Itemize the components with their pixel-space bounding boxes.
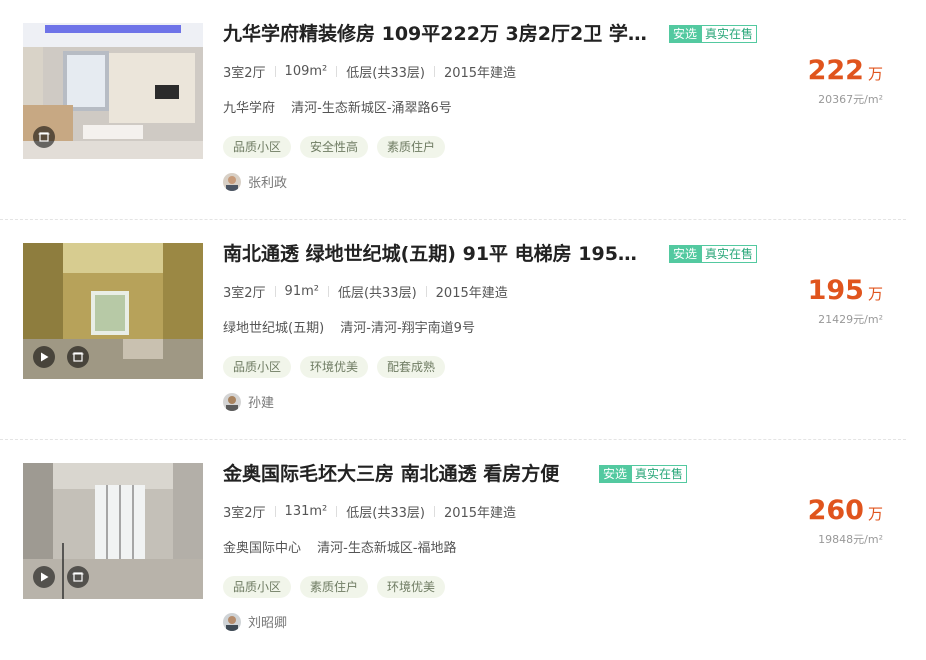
price-unit: 万 <box>867 285 883 303</box>
real-on-sale-badge: 真实在售 <box>631 465 688 483</box>
feature-tag: 品质小区 <box>223 356 292 378</box>
agent-info[interactable]: 刘昭卿 <box>223 612 287 631</box>
agent-info[interactable]: 张利政 <box>223 172 287 191</box>
agent-name: 刘昭卿 <box>248 616 288 631</box>
listing-title[interactable]: 九华学府精装修房 109平222万 3房2厅2卫 学… <box>223 20 647 48</box>
total-price: 195 万 <box>808 275 883 306</box>
community-link[interactable]: 绿地世纪城(五期) <box>223 321 324 336</box>
listing-photo[interactable] <box>23 243 203 379</box>
house-area: 109m² <box>284 64 328 79</box>
build-year: 2015年建造 <box>435 286 508 301</box>
feature-tag: 品质小区 <box>223 576 292 598</box>
listing-card[interactable]: 金奥国际毛坯大三房 南北通透 看房方便 安选 真实在售 3室2厅 131m² 低… <box>0 440 906 660</box>
anxuan-badge: 安选 <box>669 245 702 263</box>
unit-price: 20367元/m² <box>818 93 883 106</box>
listing-card[interactable]: 九华学府精装修房 109平222万 3房2厅2卫 学… 安选 真实在售 3室2厅… <box>0 0 906 220</box>
feature-tags: 品质小区 环境优美 配套成熟 <box>223 356 454 378</box>
house-floor: 低层(共33层) <box>337 286 417 301</box>
feature-tags: 品质小区 安全性高 素质住户 <box>223 136 454 158</box>
feature-tag: 环境优美 <box>377 576 446 598</box>
listing-card[interactable]: 南北通透 绿地世纪城(五期) 91平 电梯房 195… 安选 真实在售 3室2厅… <box>0 220 906 440</box>
price-value: 222 <box>807 55 864 86</box>
address-text: 清河-生态新城区-涌翠路6号 <box>291 101 452 116</box>
listing-title[interactable]: 金奥国际毛坯大三房 南北通透 看房方便 <box>223 460 559 488</box>
feature-tag: 安全性高 <box>300 136 369 158</box>
listing-photo[interactable] <box>23 463 203 599</box>
price-unit: 万 <box>867 505 883 523</box>
address-text: 清河-清河-翔宇南道9号 <box>340 321 475 336</box>
feature-tag: 素质住户 <box>300 576 369 598</box>
listing-info: 3室2厅 91m² 低层(共33层) 2015年建造 <box>223 282 508 301</box>
community-link[interactable]: 九华学府 <box>223 101 275 116</box>
gallery-icon[interactable] <box>67 566 89 588</box>
total-price: 222 万 <box>808 55 883 86</box>
agent-avatar <box>223 612 241 631</box>
community-link[interactable]: 金奥国际中心 <box>223 541 301 556</box>
real-on-sale-badge: 真实在售 <box>701 245 758 263</box>
unit-price: 19848元/m² <box>818 533 883 546</box>
agent-avatar <box>223 392 241 411</box>
listing-location: 金奥国际中心 清河-生态新城区-福地路 <box>223 537 457 556</box>
house-layout: 3室2厅 <box>223 66 266 81</box>
gallery-icon[interactable] <box>33 126 55 148</box>
house-floor: 低层(共33层) <box>346 66 425 81</box>
unit-price: 21429元/m² <box>818 313 883 326</box>
price-unit: 万 <box>867 65 883 83</box>
feature-tag: 素质住户 <box>377 136 446 158</box>
price-value: 195 <box>807 275 864 306</box>
house-area: 91m² <box>284 284 319 299</box>
anxuan-badge: 安选 <box>669 25 702 43</box>
listing-tags: 安选 真实在售 <box>599 465 688 483</box>
total-price: 260 万 <box>808 495 883 526</box>
house-area: 131m² <box>284 504 328 519</box>
listing-location: 绿地世纪城(五期) 清河-清河-翔宇南道9号 <box>223 317 475 336</box>
build-year: 2015年建造 <box>443 66 517 81</box>
listing-photo[interactable] <box>23 23 203 159</box>
play-icon[interactable] <box>33 346 55 368</box>
agent-name: 张利政 <box>248 176 288 191</box>
address-text: 清河-生态新城区-福地路 <box>317 541 457 556</box>
feature-tag: 品质小区 <box>223 136 292 158</box>
price-value: 260 <box>807 495 864 526</box>
house-layout: 3室2厅 <box>223 286 266 301</box>
listing-info: 3室2厅 131m² 低层(共33层) 2015年建造 <box>223 502 516 521</box>
play-icon[interactable] <box>33 566 55 588</box>
build-year: 2015年建造 <box>443 506 517 521</box>
feature-tags: 品质小区 素质住户 环境优美 <box>223 576 454 598</box>
house-layout: 3室2厅 <box>223 506 266 521</box>
feature-tag: 配套成熟 <box>377 356 446 378</box>
listing-location: 九华学府 清河-生态新城区-涌翠路6号 <box>223 97 452 116</box>
agent-info[interactable]: 孙建 <box>223 392 274 411</box>
gallery-icon[interactable] <box>67 346 89 368</box>
agent-avatar <box>223 172 241 191</box>
listing-tags: 安选 真实在售 <box>669 25 758 43</box>
listing-tags: 安选 真实在售 <box>669 245 758 263</box>
listing-title[interactable]: 南北通透 绿地世纪城(五期) 91平 电梯房 195… <box>223 240 637 268</box>
real-on-sale-badge: 真实在售 <box>701 25 758 43</box>
listing-info: 3室2厅 109m² 低层(共33层) 2015年建造 <box>223 62 516 81</box>
agent-name: 孙建 <box>248 396 275 411</box>
anxuan-badge: 安选 <box>599 465 632 483</box>
house-floor: 低层(共33层) <box>346 506 425 521</box>
feature-tag: 环境优美 <box>300 356 369 378</box>
